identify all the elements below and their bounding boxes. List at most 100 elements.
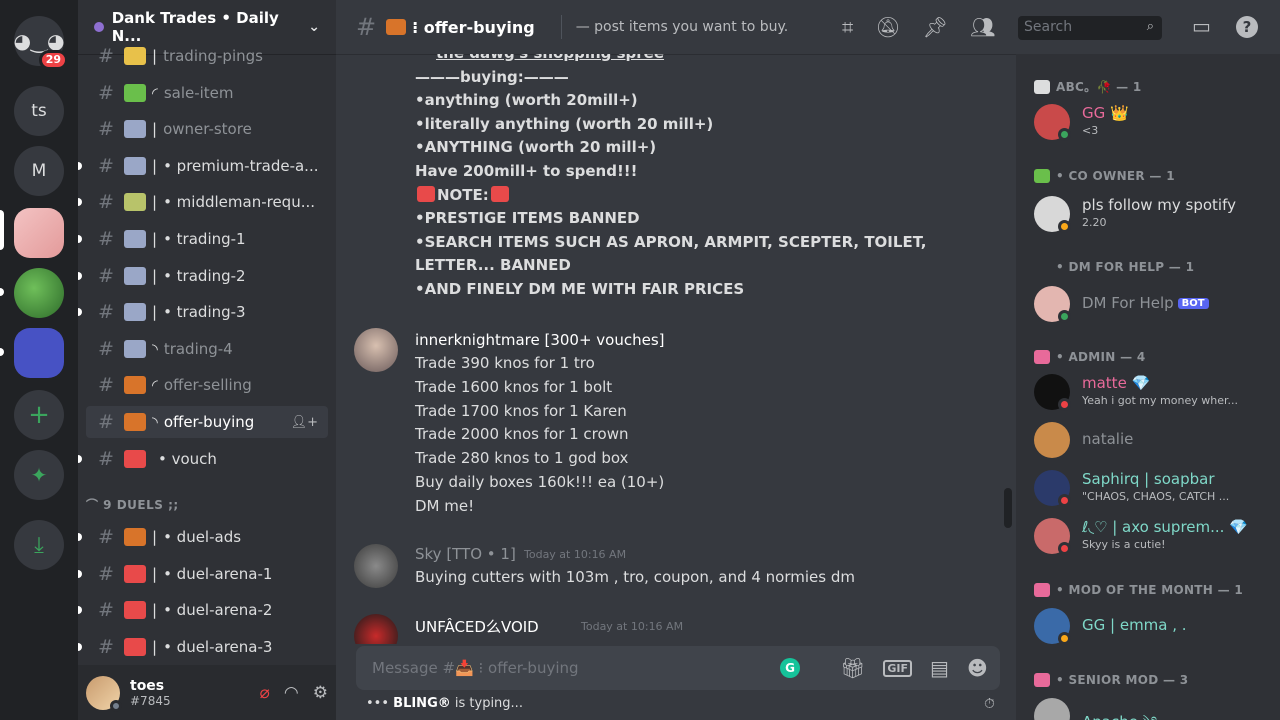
grammarly-icon[interactable]: G — [780, 658, 800, 678]
download-apps-button[interactable]: ⤓ — [14, 520, 64, 570]
sticker-icon[interactable]: ▤ — [930, 656, 949, 680]
member-item[interactable]: Saphirq | soapbar "CHAOS, CHAOS, CATCH ..… — [1034, 468, 1274, 508]
add-server-button[interactable]: + — [14, 390, 64, 440]
compass-icon: ✦ — [30, 463, 48, 487]
channel-separator: | — [152, 564, 158, 583]
status-indicator — [1058, 632, 1071, 645]
channel-owner-store[interactable]: # | owner-store — [86, 113, 328, 145]
message-avatar[interactable] — [354, 544, 398, 588]
member-name-text: Saphirq | soapbar — [1082, 470, 1215, 488]
channel-duel-ads[interactable]: # | • duel-ads — [78, 521, 328, 553]
threads-icon[interactable]: ⌗ — [842, 15, 853, 39]
member-item[interactable]: natalie — [1034, 420, 1274, 460]
member-activity: Yeah i got my money wher... — [1082, 394, 1238, 407]
channel-emoji-icon — [124, 266, 146, 285]
member-item[interactable]: DM For Help BOT — [1034, 284, 1274, 324]
search-placeholder: Search — [1024, 19, 1073, 35]
message-avatar[interactable] — [354, 614, 398, 644]
channel-emoji-icon — [124, 193, 146, 212]
gift-icon[interactable]: 🎁︎ — [840, 656, 865, 680]
message-line: the dawg's shopping spree — [436, 54, 664, 62]
channel-separator: | — [152, 637, 158, 656]
channel-header: # ⁝ offer-buying — post items you want t… — [336, 0, 1280, 54]
help-icon[interactable]: ? — [1236, 16, 1258, 38]
message-author[interactable]: Sky [TTO • 1] — [415, 545, 516, 563]
server-ts[interactable]: ts — [14, 86, 64, 136]
category-duels[interactable]: ⌒ 9 DUELS ;; — [86, 496, 179, 513]
invite-user-icon[interactable]: 👤︎+ — [291, 415, 318, 430]
channel-offer-selling[interactable]: # ◜ offer-selling — [86, 369, 328, 401]
mute-mic-icon[interactable]: ⌀ — [260, 683, 270, 703]
members-icon[interactable]: 👥︎ — [970, 15, 995, 39]
unread-indicator — [78, 198, 82, 207]
server-ts-label: ts — [31, 101, 47, 121]
inbox-icon[interactable]: ▭ — [1192, 14, 1211, 38]
channel-topic[interactable]: — post items you want to buy. — [576, 19, 789, 35]
server-folder[interactable] — [14, 328, 64, 378]
message-author[interactable]: UNFÂCED么VOID — [415, 616, 539, 637]
channel-separator: ◜ — [152, 83, 158, 102]
bell-muted-icon[interactable]: 🔕︎ — [875, 15, 900, 39]
channel-duel-arena-3[interactable]: # | • duel-arena-3 — [78, 631, 328, 663]
headphones-icon[interactable]: ◠ — [284, 683, 299, 703]
role-header: • ADMIN — 4 — [1034, 350, 1146, 364]
channel-vouch[interactable]: # • vouch — [78, 443, 328, 475]
pin-icon[interactable]: 📌︎ — [923, 15, 948, 39]
bot-badge: BOT — [1177, 298, 1209, 309]
server-pepe[interactable] — [14, 268, 64, 318]
channel-trading-4[interactable]: # ◝ trading-4 — [86, 333, 328, 365]
unread-indicator — [78, 454, 82, 463]
member-item[interactable]: GG 👑 <3 — [1034, 102, 1274, 142]
search-input[interactable]: Search ⌕ — [1018, 16, 1162, 40]
server-m[interactable]: M — [14, 146, 64, 196]
status-indicator — [1058, 494, 1071, 507]
home-button[interactable]: ◕‿◕ 29 — [14, 16, 68, 70]
composer-tools: 🎁︎ GIF ▤ ☻ — [840, 656, 988, 680]
channel-trading-3[interactable]: # | • trading-3 — [78, 296, 328, 328]
channel-emoji-icon — [124, 601, 146, 620]
message-composer[interactable]: Message #📥 ⁝ offer-buying G 🎁︎ GIF ▤ ☻ — [356, 646, 1000, 690]
channel-offer-buying[interactable]: # ◝ offer-buying 👤︎+ — [86, 406, 328, 438]
channel-trading-pings[interactable]: # | trading-pings — [86, 40, 328, 72]
member-name-text: natalie — [1082, 430, 1134, 448]
member-activity: "CHAOS, CHAOS, CATCH ... — [1082, 490, 1230, 503]
channel-emoji-icon — [124, 83, 146, 102]
message-avatar[interactable] — [354, 328, 398, 372]
channel-sale-item[interactable]: # ◜ sale-item — [86, 77, 328, 109]
member-name-text: GG 👑 — [1082, 104, 1129, 122]
channel-title: ⁝ offer-buying — [412, 17, 535, 37]
member-item[interactable]: matte 💎 Yeah i got my money wher... — [1034, 372, 1274, 412]
hash-icon: # — [98, 599, 114, 622]
member-name: Apache ༄ — [1082, 706, 1157, 720]
hash-icon: # — [98, 264, 114, 287]
typing-user: BLING® — [393, 696, 451, 711]
message-line: •ANYTHING (worth 20 mill+) — [415, 138, 657, 157]
scrollbar-thumb[interactable] — [1004, 488, 1012, 528]
member-item[interactable]: GG | emma , . — [1034, 606, 1274, 646]
channel-emoji-icon — [124, 564, 146, 583]
channel-middleman-requ[interactable]: # | • middleman-requ... — [78, 186, 328, 218]
channel-duel-arena-1[interactable]: # | • duel-arena-1 — [78, 558, 328, 590]
user-avatar[interactable] — [86, 675, 122, 712]
gear-icon[interactable]: ⚙ — [313, 683, 328, 703]
emoji-icon[interactable]: ☻ — [967, 656, 988, 680]
gif-button[interactable]: GIF — [883, 659, 913, 677]
member-item[interactable]: pls follow my spotify 2.20 — [1034, 194, 1274, 234]
explore-servers-button[interactable]: ✦ — [14, 450, 64, 500]
server-dank-trades[interactable] — [14, 208, 64, 258]
channel-premium-trade-a[interactable]: # | • premium-trade-a... — [78, 150, 328, 182]
message-timestamp: Today at 10:16 AM — [524, 548, 627, 561]
member-item[interactable]: ℓ◟♡ | axo suprem... 💎 Skyy is a cutie! — [1034, 516, 1274, 556]
channel-duel-arena-2[interactable]: # | • duel-arena-2 — [78, 594, 328, 626]
role-header: • DM FOR HELP — 1 — [1034, 260, 1194, 274]
message-author[interactable]: innerknightmare [300+ vouches] — [415, 331, 665, 349]
channel-trading-1[interactable]: # | • trading-1 — [78, 223, 328, 255]
discord-app: ◕‿◕ 29 ts M + ✦ ⤓ Dank Trades • Daily N.… — [0, 0, 1280, 720]
channel-trading-2[interactable]: # | • trading-2 — [78, 260, 328, 292]
member-name: DM For Help BOT — [1082, 294, 1209, 312]
member-item[interactable]: Apache ༄ — [1034, 696, 1274, 720]
hash-icon: # — [98, 526, 114, 548]
typing-dots-icon: ••• — [366, 696, 390, 711]
role-header-label: • MOD OF THE MONTH — 1 — [1056, 583, 1244, 597]
status-indicator — [1058, 310, 1071, 323]
